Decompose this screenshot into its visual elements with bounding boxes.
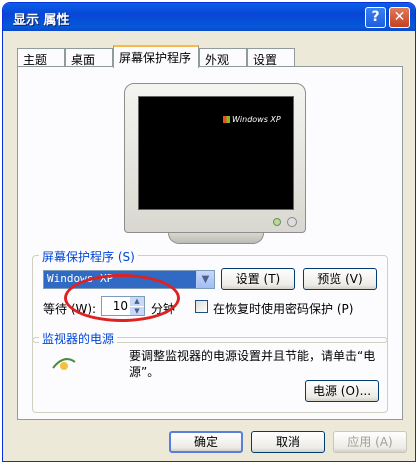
tab-settings[interactable]: 设置 [247,48,295,67]
password-protect-checkbox[interactable] [195,300,208,313]
title-bar[interactable]: 显示 属性 ? ✕ [3,3,415,31]
monitor-stand [168,233,264,244]
tab-themes[interactable]: 主题 [17,48,65,67]
spin-up-icon[interactable]: ▲ [130,297,144,307]
apply-button[interactable]: 应用 (A) [333,431,407,453]
cancel-button[interactable]: 取消 [251,431,325,453]
preview-button[interactable]: 预览 (V) [303,268,377,290]
password-protect-label[interactable]: 在恢复时使用密码保护 (P) [213,300,353,317]
tab-appearance[interactable]: 外观 [199,48,247,67]
power-description: 要调整监视器的电源设置并且节能，请单击“电源”。 [129,349,376,379]
windows-flag-icon [223,116,230,123]
close-button[interactable]: ✕ [389,7,410,28]
power-button[interactable]: 电源 (O)... [305,380,379,402]
monitor-power-group-label: 监视器的电源 [39,330,118,347]
spin-down-icon[interactable]: ▼ [130,307,144,317]
ok-button[interactable]: 确定 [169,431,243,453]
wait-label: 等待 (W): [43,302,97,316]
display-properties-window: 显示 属性 ? ✕ 主题 桌面 屏幕保护程序 外观 设置 Windows XP … [2,2,416,462]
windows-logo: Windows XP [223,115,281,124]
preview-screen: Windows XP [138,96,294,210]
monitor-preview: Windows XP [124,83,306,233]
screensaver-select-value: Windows XP [47,272,114,285]
tab-desktop[interactable]: 桌面 [65,48,113,67]
wait-minutes-spinner[interactable]: 10 ▲ ▼ [101,296,145,317]
monitor-power-group: 监视器的电源 要调整监视器的电源设置并且节能，请单击“电源”。 电源 (O)..… [32,330,388,413]
screensaver-select[interactable]: Windows XP ▼ [43,270,215,289]
screensaver-group-label: 屏幕保护程序 (S) [39,248,138,265]
monitor-led-icon [273,218,281,226]
tab-screensaver[interactable]: 屏幕保护程序 [113,45,199,68]
spinner-buttons[interactable]: ▲ ▼ [130,297,144,317]
help-button[interactable]: ? [365,7,386,28]
wait-minutes-value: 10 [112,299,128,313]
settings-button[interactable]: 设置 (T) [221,268,295,290]
window-title: 显示 属性 [13,13,70,28]
chevron-down-icon[interactable]: ▼ [196,271,214,288]
minutes-label: 分钟 [151,302,176,316]
energy-star-icon [52,358,76,370]
screensaver-panel: Windows XP 屏幕保护程序 (S) Windows XP ▼ 设置 (T… [17,66,403,420]
monitor-power-knob-icon [287,217,297,227]
